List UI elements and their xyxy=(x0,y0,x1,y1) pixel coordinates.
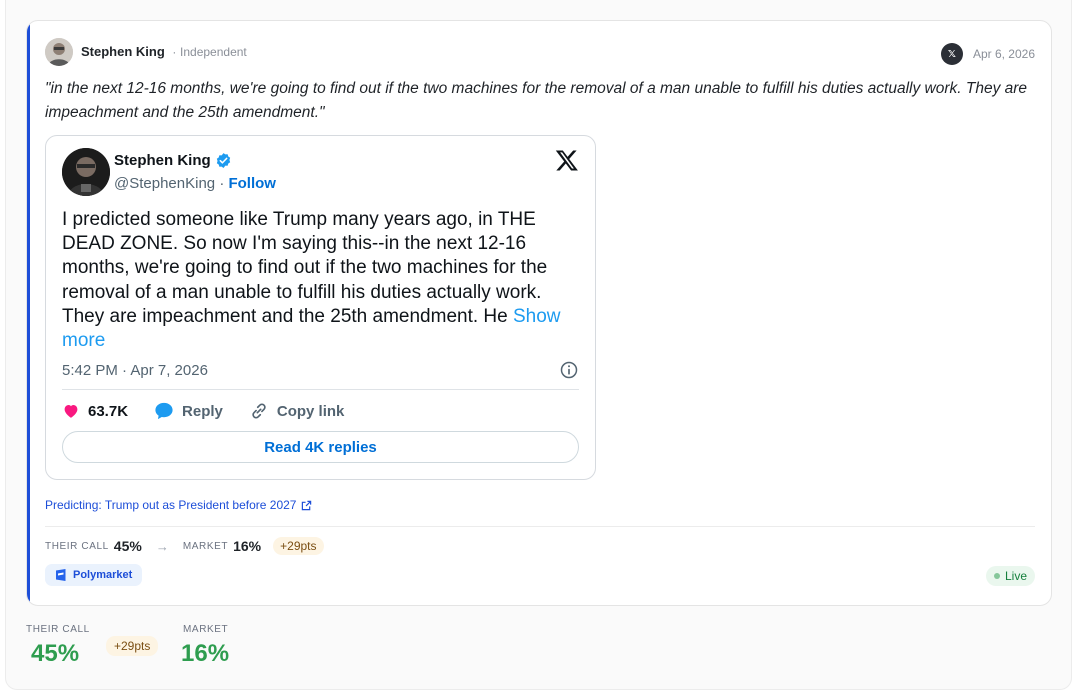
info-icon[interactable] xyxy=(559,360,579,380)
author-row: Stephen King · Independent xyxy=(81,44,247,59)
link-icon xyxy=(252,403,266,419)
call-comparison: THEIR CALL 45% → MARKET 16% +29pts xyxy=(45,536,324,556)
summary-difference-badge: +29pts xyxy=(106,636,159,656)
embedded-tweet[interactable]: Stephen King @StephenKing · Follow I pre… xyxy=(45,135,596,480)
prediction-label[interactable]: Predicting: Trump out as President befor… xyxy=(45,498,296,512)
live-dot-icon xyxy=(993,573,1000,579)
summary-their-call-label: THEIR CALL xyxy=(26,624,90,635)
author-name[interactable]: Stephen King xyxy=(81,44,165,59)
tweet-body: I predicted someone like Trump many year… xyxy=(62,209,548,327)
difference-badge: +29pts xyxy=(273,537,324,555)
tweet-divider xyxy=(62,389,579,390)
tweet-actions: 63.7K Reply Copy link xyxy=(62,401,370,421)
prediction-card: Stephen King · Independent 𝕏 Apr 6, 2026… xyxy=(26,20,1052,606)
post-meta: 𝕏 Apr 6, 2026 xyxy=(940,43,1035,65)
market-value: 16% xyxy=(233,538,262,554)
prediction-link[interactable]: Predicting: Trump out as President befor… xyxy=(45,498,312,512)
post-date: Apr 6, 2026 xyxy=(972,47,1035,61)
x-logo-icon[interactable] xyxy=(555,148,579,172)
market-label: MARKET xyxy=(182,540,229,552)
live-label: Live xyxy=(1004,569,1027,583)
card-divider xyxy=(45,526,1035,527)
like-count: 63.7K xyxy=(88,402,129,420)
author-affiliation: Independent xyxy=(180,45,247,59)
tweet-avatar[interactable] xyxy=(62,148,110,196)
reply-label: Reply xyxy=(182,402,223,420)
live-status-badge: Live xyxy=(985,566,1035,586)
author-avatar[interactable] xyxy=(45,38,73,66)
tweet-timestamp[interactable]: 5:42 PM · Apr 7, 2026 xyxy=(62,362,208,379)
polymarket-icon xyxy=(56,569,66,581)
their-call-label: THEIR CALL xyxy=(45,540,109,552)
copy-link-label: Copy link xyxy=(276,402,345,420)
quote-text: "in the next 12-16 months, we're going t… xyxy=(45,80,1028,121)
platform-name: Polymarket xyxy=(73,569,133,581)
polymarket-badge[interactable]: Polymarket xyxy=(45,564,143,586)
tweet-handle[interactable]: @StephenKing xyxy=(114,175,215,192)
tweet-author-row: Stephen King xyxy=(114,152,232,169)
summary-market-label: MARKET xyxy=(183,624,229,635)
x-source-icon[interactable]: 𝕏 xyxy=(940,43,963,65)
tweet-text: I predicted someone like Trump many year… xyxy=(62,208,582,353)
their-call-value: 45% xyxy=(113,538,142,554)
verified-icon xyxy=(216,153,230,168)
copy-link-button[interactable]: Copy link xyxy=(249,401,345,421)
tweet-author-name[interactable]: Stephen King xyxy=(114,152,211,169)
reply-button[interactable]: Reply xyxy=(154,402,223,420)
external-link-icon xyxy=(302,500,312,510)
reply-icon xyxy=(155,402,173,420)
follow-button[interactable]: Follow xyxy=(228,175,276,192)
tweet-dot: · xyxy=(219,175,225,192)
read-replies-button[interactable]: Read 4K replies xyxy=(62,431,579,463)
summary-market-value: 16% xyxy=(181,640,230,667)
heart-icon xyxy=(64,405,78,418)
arrow-icon: → xyxy=(155,538,169,554)
tweet-handle-row: @StephenKing · Follow xyxy=(114,175,276,192)
like-button[interactable]: 63.7K xyxy=(62,402,128,420)
summary-their-call-value: 45% xyxy=(31,640,80,667)
author-separator: · xyxy=(172,45,177,59)
